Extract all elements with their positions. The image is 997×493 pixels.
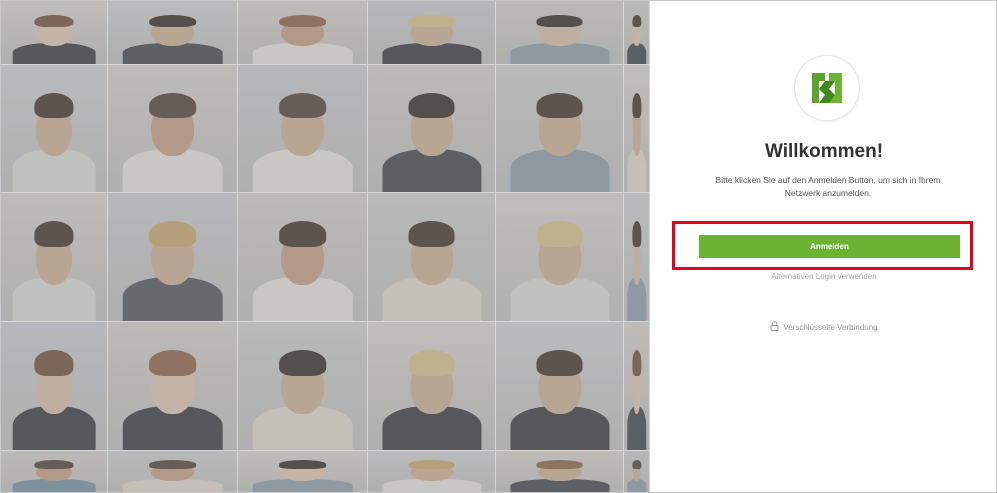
mosaic-photo-tile [238, 1, 368, 65]
mosaic-photo-tile [108, 451, 238, 492]
mosaic-photo-tile [1, 65, 108, 193]
login-panel: Willkommen! Bitte klicken Sie auf den An… [650, 1, 996, 492]
welcome-text: Bitte klicken Sie auf den Anmelden Butto… [715, 175, 941, 198]
mosaic-photo-tile [624, 65, 650, 193]
logo-mark-icon [812, 73, 842, 103]
mosaic-photo-tile [368, 451, 496, 492]
mosaic-photo-tile [368, 193, 496, 322]
mosaic-photo-tile [1, 322, 108, 451]
mosaic-photo-tile [496, 322, 624, 451]
mosaic-photo-tile [624, 322, 650, 451]
mosaic-photo-tile [368, 65, 496, 193]
mosaic-photo-tile [496, 193, 624, 322]
login-button[interactable]: Anmelden [699, 235, 960, 258]
secure-connection-notice: Verschlüsselte Verbindung [650, 321, 996, 333]
mosaic-photo-tile [1, 1, 108, 65]
lock-icon [770, 321, 779, 333]
mosaic-photo-tile [238, 193, 368, 322]
mosaic-photo-tile [108, 65, 238, 193]
mosaic-photo-tile [238, 65, 368, 193]
login-page: Willkommen! Bitte klicken Sie auf den An… [0, 0, 997, 493]
mosaic-photo-tile [496, 65, 624, 193]
mosaic-photo-tile [1, 193, 108, 322]
mosaic-photo-tile [238, 451, 368, 492]
mosaic-photo-tile [108, 322, 238, 451]
mosaic-photo-tile [496, 451, 624, 492]
secure-connection-label: Verschlüsselte Verbindung [783, 322, 878, 332]
mosaic-photo-tile [624, 193, 650, 322]
company-logo-icon [795, 56, 859, 120]
mosaic-photo-tile [1, 451, 108, 492]
mosaic-photo-tile [496, 1, 624, 65]
background-photo-mosaic [1, 1, 650, 492]
mosaic-photo-tile [238, 322, 368, 451]
welcome-title: Willkommen! [764, 141, 884, 162]
mosaic-photo-tile [624, 1, 650, 65]
mosaic-photo-tile [368, 1, 496, 65]
mosaic-photo-tile [624, 451, 650, 492]
alternative-login-link[interactable]: Alternativen Login verwenden [650, 272, 996, 281]
mosaic-photo-tile [108, 1, 238, 65]
mosaic-photo-tile [108, 193, 238, 322]
mosaic-photo-tile [368, 322, 496, 451]
